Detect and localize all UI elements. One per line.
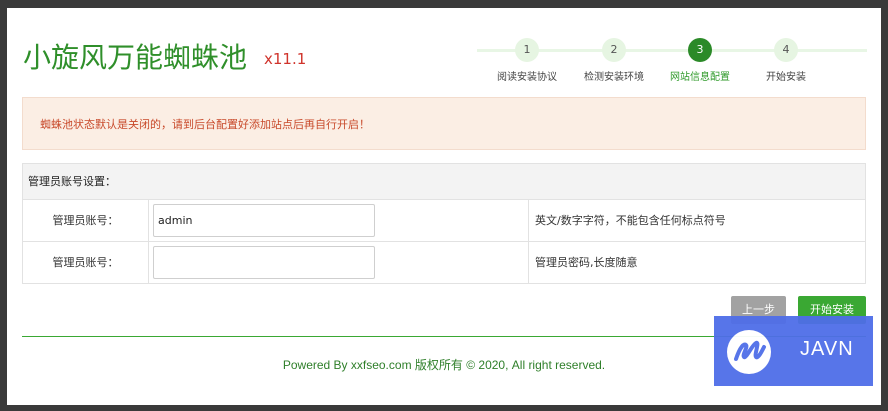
javn-logo-icon [727,330,771,374]
admin-account-hint: 英文/数字字符，不能包含任何标点符号 [535,214,726,227]
javn-watermark: JAVN [714,316,873,386]
step-label: 阅读安装协议 [497,72,557,83]
step-number: 1 [515,38,539,62]
step-number: 4 [774,38,798,62]
admin-settings-table: 管理员账号设置： 管理员账号： 英文/数字字符，不能包含任何标点符号 管理员账号… [22,163,866,284]
admin-password-input[interactable] [153,246,375,279]
step-1: 1 阅读安装协议 [482,38,572,83]
step-2: 2 检测安装环境 [569,38,659,83]
section-title: 管理员账号设置： [23,164,865,200]
table-row: 管理员账号： 英文/数字字符，不能包含任何标点符号 [23,200,865,242]
admin-account-input[interactable] [153,204,375,237]
version-label: x11.1 [264,50,307,68]
admin-password-label: 管理员账号： [23,242,149,284]
step-label: 检测安装环境 [584,72,644,83]
install-steps: 1 阅读安装协议 2 检测安装环境 3 网站信息配置 4 开始安装 [477,38,867,88]
table-row: 管理员账号： 管理员密码,长度随意 [23,242,865,284]
step-label: 开始安装 [766,72,806,83]
admin-account-label: 管理员账号： [23,200,149,242]
step-number: 2 [602,38,626,62]
step-label: 网站信息配置 [670,72,730,83]
app-logo: 小旋风万能蜘蛛池 [23,41,248,74]
step-number: 3 [688,38,712,62]
notice-banner: 蜘蛛池状态默认是关闭的，请到后台配置好添加站点后再自行开启！ [22,97,866,150]
admin-password-hint: 管理员密码,长度随意 [535,256,638,269]
step-3-active: 3 网站信息配置 [655,38,745,83]
step-4: 4 开始安装 [741,38,831,83]
input-cell [149,200,529,242]
input-cell [149,242,529,284]
watermark-text: JAVN [800,338,854,360]
